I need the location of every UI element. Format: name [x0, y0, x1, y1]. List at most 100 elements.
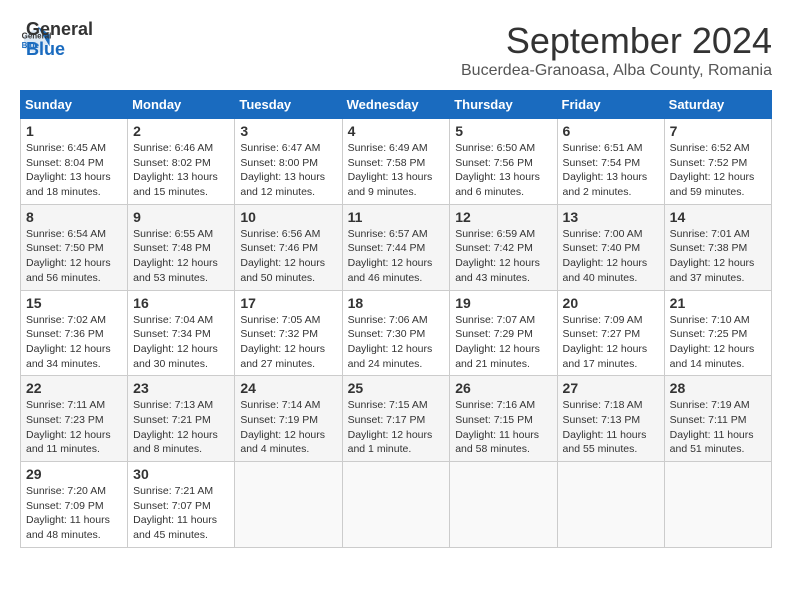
day-number: 21: [670, 295, 766, 311]
day-info: Sunrise: 6:55 AMSunset: 7:48 PMDaylight:…: [133, 227, 229, 286]
calendar-day-cell: 25 Sunrise: 7:15 AMSunset: 7:17 PMDayligh…: [342, 376, 450, 462]
calendar-day-cell: 27 Sunrise: 7:18 AMSunset: 7:13 PMDayligh…: [557, 376, 664, 462]
day-info: Sunrise: 7:11 AMSunset: 7:23 PMDaylight:…: [26, 398, 122, 457]
calendar-day-cell: 17 Sunrise: 7:05 AMSunset: 7:32 PMDayligh…: [235, 290, 342, 376]
day-number: 24: [240, 380, 336, 396]
calendar-day-cell: 26 Sunrise: 7:16 AMSunset: 7:15 PMDayligh…: [450, 376, 557, 462]
day-number: 26: [455, 380, 551, 396]
day-number: 30: [133, 466, 229, 482]
calendar-day-cell: 1 Sunrise: 6:45 AMSunset: 8:04 PMDaylight…: [21, 119, 128, 205]
day-number: 8: [26, 209, 122, 225]
day-number: 4: [348, 123, 445, 139]
weekday-header: Saturday: [664, 91, 771, 119]
calendar-day-cell: 20Sunrise: 7:09 AMSunset: 7:27 PMDayligh…: [557, 290, 664, 376]
day-info: Sunrise: 7:04 AMSunset: 7:34 PMDaylight:…: [133, 313, 229, 372]
weekday-header: Sunday: [21, 91, 128, 119]
day-number: 14: [670, 209, 766, 225]
day-number: 9: [133, 209, 229, 225]
calendar-day-cell: 23 Sunrise: 7:13 AMSunset: 7:21 PMDayligh…: [128, 376, 235, 462]
day-number: 5: [455, 123, 551, 139]
day-info: Sunrise: 7:02 AMSunset: 7:36 PMDaylight:…: [26, 313, 122, 372]
calendar-day-cell: [450, 462, 557, 548]
day-info: Sunrise: 6:46 AMSunset: 8:02 PMDaylight:…: [133, 141, 229, 200]
calendar-day-cell: 2 Sunrise: 6:46 AMSunset: 8:02 PMDaylight…: [128, 119, 235, 205]
day-info: Sunrise: 6:57 AMSunset: 7:44 PMDaylight:…: [348, 227, 445, 286]
weekday-header: Thursday: [450, 91, 557, 119]
location-title: Bucerdea-Granoasa, Alba County, Romania: [461, 62, 772, 80]
day-info: Sunrise: 6:59 AMSunset: 7:42 PMDaylight:…: [455, 227, 551, 286]
day-info: Sunrise: 6:45 AMSunset: 8:04 PMDaylight:…: [26, 141, 122, 200]
weekday-header-row: SundayMondayTuesdayWednesdayThursdayFrid…: [21, 91, 772, 119]
day-info: Sunrise: 7:05 AMSunset: 7:32 PMDaylight:…: [240, 313, 336, 372]
day-number: 7: [670, 123, 766, 139]
day-info: Sunrise: 7:20 AMSunset: 7:09 PMDaylight:…: [26, 484, 122, 543]
day-number: 11: [348, 209, 445, 225]
calendar-week-row: 22 Sunrise: 7:11 AMSunset: 7:23 PMDayligh…: [21, 376, 772, 462]
day-number: 3: [240, 123, 336, 139]
day-number: 28: [670, 380, 766, 396]
calendar-day-cell: 12Sunrise: 6:59 AMSunset: 7:42 PMDayligh…: [450, 204, 557, 290]
day-info: Sunrise: 7:13 AMSunset: 7:21 PMDaylight:…: [133, 398, 229, 457]
calendar-day-cell: 4 Sunrise: 6:49 AMSunset: 7:58 PMDaylight…: [342, 119, 450, 205]
day-number: 17: [240, 295, 336, 311]
day-info: Sunrise: 6:50 AMSunset: 7:56 PMDaylight:…: [455, 141, 551, 200]
weekday-header: Wednesday: [342, 91, 450, 119]
calendar-day-cell: 24 Sunrise: 7:14 AMSunset: 7:19 PMDayligh…: [235, 376, 342, 462]
calendar-day-cell: [342, 462, 450, 548]
day-info: Sunrise: 6:56 AMSunset: 7:46 PMDaylight:…: [240, 227, 336, 286]
day-number: 15: [26, 295, 122, 311]
day-info: Sunrise: 7:18 AMSunset: 7:13 PMDaylight:…: [563, 398, 659, 457]
calendar-day-cell: 22 Sunrise: 7:11 AMSunset: 7:23 PMDayligh…: [21, 376, 128, 462]
day-info: Sunrise: 6:47 AMSunset: 8:00 PMDaylight:…: [240, 141, 336, 200]
day-number: 19: [455, 295, 551, 311]
title-block: September 2024 Bucerdea-Granoasa, Alba C…: [461, 20, 772, 80]
day-number: 1: [26, 123, 122, 139]
day-info: Sunrise: 6:54 AMSunset: 7:50 PMDaylight:…: [26, 227, 122, 286]
day-info: Sunrise: 7:15 AMSunset: 7:17 PMDaylight:…: [348, 398, 445, 457]
calendar-day-cell: [235, 462, 342, 548]
day-number: 10: [240, 209, 336, 225]
day-number: 23: [133, 380, 229, 396]
day-info: Sunrise: 6:49 AMSunset: 7:58 PMDaylight:…: [348, 141, 445, 200]
calendar-day-cell: 6Sunrise: 6:51 AMSunset: 7:54 PMDaylight…: [557, 119, 664, 205]
day-number: 29: [26, 466, 122, 482]
weekday-header: Tuesday: [235, 91, 342, 119]
day-info: Sunrise: 7:19 AMSunset: 7:11 PMDaylight:…: [670, 398, 766, 457]
day-number: 2: [133, 123, 229, 139]
day-info: Sunrise: 7:16 AMSunset: 7:15 PMDaylight:…: [455, 398, 551, 457]
day-number: 18: [348, 295, 445, 311]
calendar-day-cell: 21Sunrise: 7:10 AMSunset: 7:25 PMDayligh…: [664, 290, 771, 376]
calendar-week-row: 1 Sunrise: 6:45 AMSunset: 8:04 PMDaylight…: [21, 119, 772, 205]
day-number: 27: [563, 380, 659, 396]
calendar-day-cell: 10 Sunrise: 6:56 AMSunset: 7:46 PMDayligh…: [235, 204, 342, 290]
day-number: 22: [26, 380, 122, 396]
calendar-day-cell: 16 Sunrise: 7:04 AMSunset: 7:34 PMDayligh…: [128, 290, 235, 376]
calendar-week-row: 29 Sunrise: 7:20 AMSunset: 7:09 PMDayligh…: [21, 462, 772, 548]
calendar-day-cell: 13 Sunrise: 7:00 AMSunset: 7:40 PMDayligh…: [557, 204, 664, 290]
day-number: 25: [348, 380, 445, 396]
calendar-day-cell: 8 Sunrise: 6:54 AMSunset: 7:50 PMDaylight…: [21, 204, 128, 290]
calendar-week-row: 15 Sunrise: 7:02 AMSunset: 7:36 PMDayligh…: [21, 290, 772, 376]
calendar-day-cell: 14 Sunrise: 7:01 AMSunset: 7:38 PMDayligh…: [664, 204, 771, 290]
calendar-day-cell: 29 Sunrise: 7:20 AMSunset: 7:09 PMDayligh…: [21, 462, 128, 548]
day-info: Sunrise: 7:07 AMSunset: 7:29 PMDaylight:…: [455, 313, 551, 372]
calendar-day-cell: 5 Sunrise: 6:50 AMSunset: 7:56 PMDaylight…: [450, 119, 557, 205]
logo: General Blue General Blue: [20, 20, 93, 60]
page-header: General Blue General Blue September 2024…: [20, 20, 772, 80]
month-title: September 2024: [461, 20, 772, 62]
day-info: Sunrise: 7:21 AMSunset: 7:07 PMDaylight:…: [133, 484, 229, 543]
calendar-day-cell: 3 Sunrise: 6:47 AMSunset: 8:00 PMDaylight…: [235, 119, 342, 205]
day-number: 20: [563, 295, 659, 311]
day-info: Sunrise: 7:00 AMSunset: 7:40 PMDaylight:…: [563, 227, 659, 286]
day-info: Sunrise: 7:14 AMSunset: 7:19 PMDaylight:…: [240, 398, 336, 457]
calendar-day-cell: 11 Sunrise: 6:57 AMSunset: 7:44 PMDayligh…: [342, 204, 450, 290]
day-info: Sunrise: 6:51 AMSunset: 7:54 PMDaylight:…: [563, 141, 659, 200]
logo-general: General: [26, 20, 93, 40]
calendar-day-cell: [557, 462, 664, 548]
day-number: 13: [563, 209, 659, 225]
day-info: Sunrise: 7:01 AMSunset: 7:38 PMDaylight:…: [670, 227, 766, 286]
calendar-day-cell: 28 Sunrise: 7:19 AMSunset: 7:11 PMDayligh…: [664, 376, 771, 462]
weekday-header: Monday: [128, 91, 235, 119]
day-number: 16: [133, 295, 229, 311]
calendar-day-cell: 30 Sunrise: 7:21 AMSunset: 7:07 PMDayligh…: [128, 462, 235, 548]
